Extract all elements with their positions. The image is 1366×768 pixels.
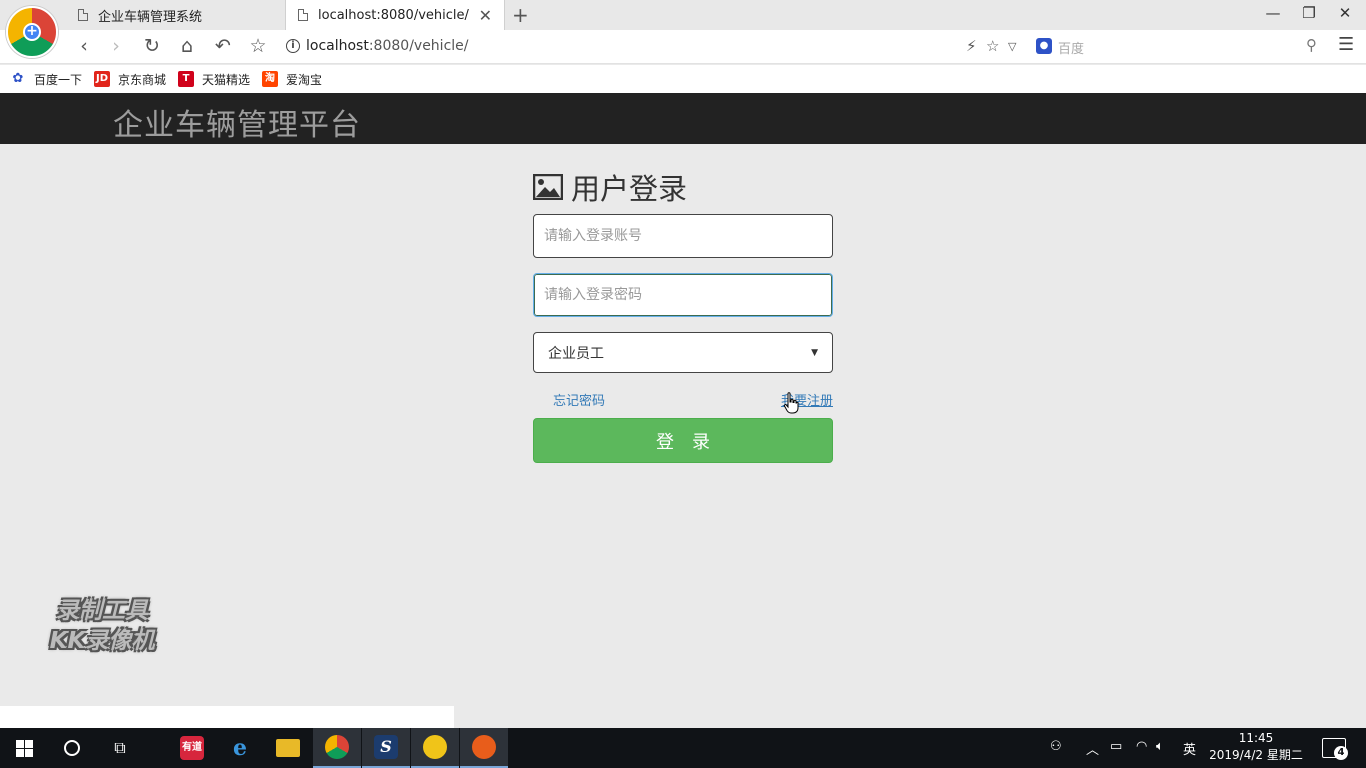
close-tab-icon[interactable]: ✕	[479, 6, 492, 25]
youdao-icon: 有道	[180, 736, 204, 760]
tab-title: 企业车辆管理系统	[98, 9, 203, 25]
windows-logo-icon	[15, 739, 33, 757]
forgot-password-link[interactable]: 忘记密码	[553, 390, 605, 409]
forward-button[interactable]: ›	[104, 35, 128, 57]
plus-icon: +	[23, 23, 41, 41]
recorder-watermark: 录制工具 KK录像机	[32, 596, 172, 656]
app-navbar: 企业车辆管理平台	[0, 93, 1366, 144]
page-icon	[298, 9, 308, 21]
cortana-search-button[interactable]	[48, 728, 96, 768]
ime-indicator[interactable]: 英	[1183, 739, 1196, 758]
taskbar-app-youdao[interactable]: 有道	[168, 728, 216, 768]
login-button[interactable]: 登录	[533, 418, 833, 463]
taskbar-app-edge[interactable]: e	[216, 728, 264, 768]
browser-icon	[325, 735, 349, 759]
bookmark-label: 爱淘宝	[286, 72, 323, 87]
taskbar-app-recorder[interactable]	[460, 728, 508, 768]
home-button[interactable]: ⌂	[175, 35, 199, 57]
clock-date: 2019/4/2 星期二	[1209, 748, 1303, 762]
wifi-icon[interactable]: ◠	[1136, 739, 1147, 754]
bookmark-label: 百度一下	[34, 72, 83, 87]
login-heading: 用户登录	[533, 168, 833, 206]
cortana-circle-icon	[64, 740, 80, 756]
bookmarks-bar: ✿ 百度一下 JD 京东商城 T 天猫精选 淘 爱淘宝	[0, 65, 1366, 93]
recorder-icon	[472, 735, 496, 759]
tab-title: localhost:8080/vehicle/	[318, 7, 469, 23]
url-field[interactable]: localhost:8080/vehicle/	[306, 38, 468, 54]
address-bar: ‹ › ↻ ⌂ ↶ ☆ i localhost:8080/vehicle/ ⚡ …	[0, 30, 1366, 64]
bookmark-star-button[interactable]: ☆	[246, 35, 270, 57]
baidu-paw-icon: ✿	[10, 71, 26, 87]
dropdown-caret-icon: ▼	[811, 347, 818, 358]
folder-icon	[276, 739, 300, 757]
watermark-line: 录制工具	[56, 598, 148, 624]
lightning-icon[interactable]: ⚡	[966, 37, 977, 55]
tmall-icon: T	[178, 71, 195, 87]
bookmark-taobao[interactable]: 淘 爱淘宝	[262, 71, 322, 88]
login-form: 用户登录 企业员工 ▼ 忘记密码 我要注册 登录	[533, 168, 833, 463]
duck-icon	[423, 735, 447, 759]
bookmark-baidu[interactable]: ✿ 百度一下	[10, 71, 82, 88]
windows-taskbar: ⧉ 有道 e S ⚇ ︿ ▭ ◠ 🔈︎ 英 11:45 2019/4/2 星期二…	[0, 728, 1366, 768]
taskbar-app-explorer[interactable]	[264, 728, 312, 768]
taobao-icon: 淘	[262, 71, 279, 87]
url-path: :8080/vehicle/	[368, 38, 469, 54]
baidu-paw-icon[interactable]: ●	[1036, 38, 1052, 54]
taskbar-app-duck[interactable]	[411, 728, 459, 768]
page-bottom-strip	[0, 706, 454, 728]
search-input[interactable]: 百度	[1058, 38, 1084, 57]
start-button[interactable]	[0, 728, 48, 768]
back-button[interactable]: ‹	[72, 35, 96, 57]
browser-tab-strip: 企业车辆管理系统 localhost:8080/vehicle/ ✕ + — ❐…	[0, 0, 1366, 30]
restore-window-button[interactable]: ❐	[1294, 4, 1324, 22]
watermark-line: KK录像机	[49, 628, 155, 654]
undo-close-button[interactable]: ↶	[211, 35, 235, 57]
bookmark-tmall[interactable]: T 天猫精选	[178, 71, 250, 88]
search-icon[interactable]: ⚲	[1306, 36, 1317, 54]
reload-button[interactable]: ↻	[140, 35, 164, 57]
bookmark-label: 天猫精选	[202, 72, 251, 87]
browser-logo[interactable]: +	[6, 6, 58, 58]
bookmark-label: 京东商城	[118, 72, 167, 87]
edge-icon: e	[233, 735, 247, 761]
bookmark-jd[interactable]: JD 京东商城	[94, 71, 166, 88]
picture-icon	[533, 174, 563, 200]
minimize-window-button[interactable]: —	[1258, 4, 1288, 22]
taskbar-app-browser[interactable]	[313, 728, 361, 768]
volume-icon[interactable]: 🔈︎	[1156, 739, 1164, 754]
show-hidden-icons-chevron-icon[interactable]: ︿	[1086, 739, 1099, 758]
clock-time: 11:45	[1238, 731, 1274, 745]
chevron-down-icon[interactable]: ▽	[1008, 40, 1016, 53]
favorite-star-icon[interactable]: ☆	[986, 37, 999, 55]
login-title: 用户登录	[571, 172, 688, 206]
browser-tab-localhost[interactable]: localhost:8080/vehicle/ ✕	[285, 0, 505, 30]
app-brand-title[interactable]: 企业车辆管理平台	[113, 100, 361, 144]
jd-icon: JD	[94, 71, 111, 87]
password-input[interactable]	[533, 273, 833, 317]
page-icon	[78, 9, 88, 21]
taskbar-app-eclipse[interactable]: S	[362, 728, 410, 768]
task-view-icon: ⧉	[114, 738, 126, 757]
people-icon[interactable]: ⚇	[1050, 739, 1062, 754]
role-select-value: 企业员工	[548, 345, 604, 362]
menu-icon[interactable]: ☰	[1338, 34, 1354, 55]
system-clock[interactable]: 11:45 2019/4/2 星期二	[1208, 730, 1304, 764]
battery-icon[interactable]: ▭	[1110, 739, 1122, 754]
new-tab-button[interactable]: +	[512, 3, 529, 27]
browser-tab-system[interactable]: 企业车辆管理系统	[66, 0, 284, 30]
ide-icon: S	[374, 735, 398, 759]
task-view-button[interactable]: ⧉	[96, 728, 144, 768]
site-info-icon[interactable]: i	[286, 39, 300, 53]
role-select[interactable]: 企业员工 ▼	[533, 332, 833, 373]
notification-count-badge: 4	[1334, 746, 1348, 760]
url-host: localhost	[306, 38, 369, 54]
hand-cursor-icon	[783, 392, 799, 414]
close-window-button[interactable]: ✕	[1330, 4, 1360, 22]
username-input[interactable]	[533, 214, 833, 258]
